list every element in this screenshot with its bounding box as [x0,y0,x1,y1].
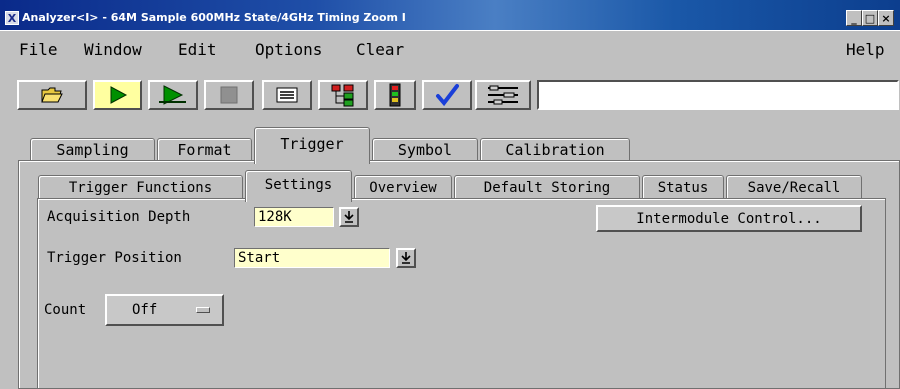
tab-sampling[interactable]: Sampling [30,138,155,161]
menu-clear[interactable]: Clear [356,40,404,59]
run-repetitive-button[interactable] [148,80,198,110]
option-menu-indicator-icon [196,307,210,313]
trigger-position-dropdown[interactable] [396,248,416,268]
toolbar [0,66,900,120]
tab-trigger-functions[interactable]: Trigger Functions [38,175,243,199]
settings-button[interactable] [475,80,531,110]
menu-window[interactable]: Window [84,40,142,59]
menu-help[interactable]: Help [846,40,885,59]
module-button[interactable] [374,80,416,110]
count-option-menu[interactable]: Off [105,294,224,326]
run-icon [110,86,127,104]
listing-icon [276,87,298,103]
check-icon [436,84,459,107]
acquisition-depth-field[interactable]: 128K [254,207,334,227]
tab-symbol[interactable]: Symbol [372,138,478,161]
tab-overview[interactable]: Overview [354,175,452,199]
close-button[interactable]: × [878,10,894,26]
check-button[interactable] [422,80,472,110]
waveform-icon [331,84,354,107]
run-repetitive-icon [159,85,186,105]
count-label: Count [44,302,87,318]
folder-open-icon [41,87,63,103]
module-icon [389,83,401,107]
stop-button[interactable] [204,80,254,110]
tab-save-recall[interactable]: Save/Recall [726,175,862,199]
acquisition-depth-label: Acquisition Depth [47,209,191,225]
app-icon[interactable]: X [5,11,19,25]
waveform-button[interactable] [318,80,368,110]
open-file-button[interactable] [17,80,87,110]
command-field[interactable] [537,80,899,110]
acquisition-depth-dropdown[interactable] [339,207,359,227]
stop-icon [220,86,238,104]
listing-button[interactable] [262,80,312,110]
tab-trigger[interactable]: Trigger [254,127,370,164]
count-value: Off [132,302,158,318]
menu-options[interactable]: Options [255,40,322,59]
settings-icon [488,85,518,105]
trigger-position-field[interactable]: Start [234,248,390,268]
trigger-position-label: Trigger Position [47,250,182,266]
run-button[interactable] [93,80,142,110]
tab-format[interactable]: Format [157,138,252,161]
tab-status[interactable]: Status [642,175,724,199]
tab-settings[interactable]: Settings [245,170,352,202]
tab-default-storing[interactable]: Default Storing [454,175,640,199]
menu-edit[interactable]: Edit [178,40,217,59]
settings-panel: Acquisition Depth 128K Intermodule Contr… [37,198,886,389]
tab-calibration[interactable]: Calibration [480,138,630,161]
menu-bar: File Window Edit Options Clear Help [0,30,900,66]
minimize-button[interactable]: _ [846,10,862,26]
maximize-button[interactable]: □ [862,10,878,26]
dropdown-arrow-icon [344,211,354,223]
window-controls: _ □ × [846,10,894,26]
title-bar: X Analyzer<I> - 64M Sample 600MHz State/… [0,0,900,30]
intermodule-control-button[interactable]: Intermodule Control... [596,205,862,232]
window-title: Analyzer<I> - 64M Sample 600MHz State/4G… [22,11,406,24]
dropdown-arrow-icon [401,252,411,264]
menu-file[interactable]: File [19,40,58,59]
